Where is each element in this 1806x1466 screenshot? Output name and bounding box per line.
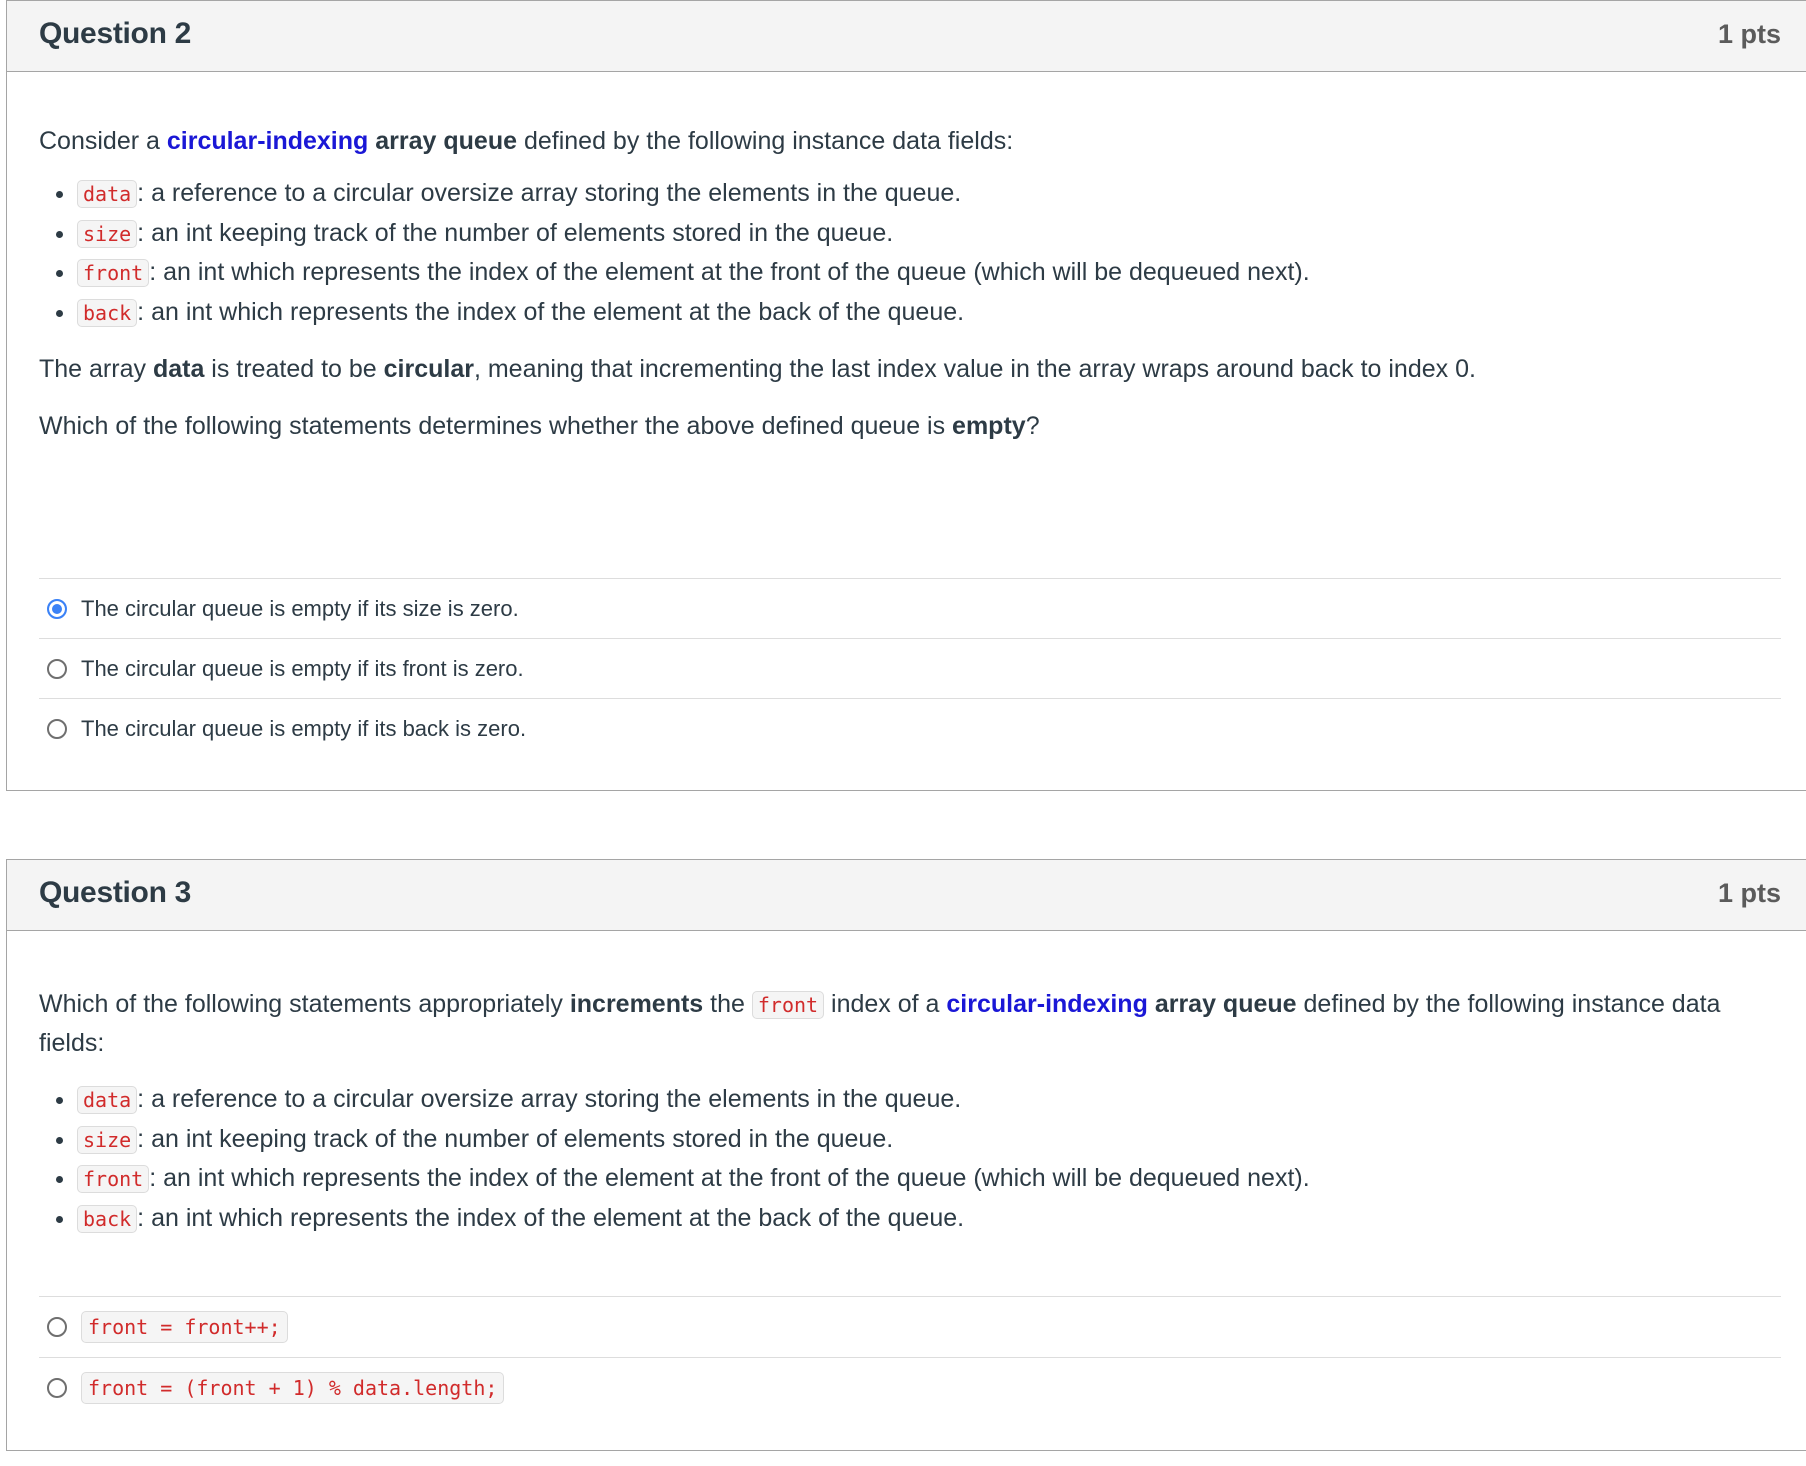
text: the [703,990,752,1018]
field-description: : a reference to a circular oversize arr… [137,179,962,207]
prompt-highlight: circular-indexing [946,990,1148,1018]
field-item: front: an int which represents the index… [77,253,1805,293]
text: , meaning that incrementing the last ind… [473,355,1476,383]
text: The array [39,355,153,383]
radio-icon[interactable] [47,1378,67,1398]
text: ? [1025,412,1040,440]
question-title: Question 2 [39,17,192,50]
intro-text: Consider a [39,127,167,155]
field-code: size [77,1125,138,1154]
field-description: : an int keeping track of the number of … [137,1124,894,1153]
text: is treated to be [204,355,384,383]
answer-option[interactable]: front = (front + 1) % data.length; [39,1357,1781,1418]
question-title: Question 3 [39,876,192,909]
field-description: : an int keeping track of the number of … [137,218,894,247]
answer-label[interactable]: The circular queue is empty if its size … [81,596,519,622]
bold-text: empty [952,412,1026,440]
answer-list: front = front++; front = (front + 1) % d… [39,1296,1781,1418]
text: index of a [824,990,947,1018]
answer-option[interactable]: The circular queue is empty if its back … [39,698,1781,758]
question-prompt: Which of the following statements determ… [39,407,1805,445]
field-code: back [77,1204,138,1233]
question-3-panel: Question 3 1 pts Which of the following … [6,859,1806,1451]
answer-option[interactable]: The circular queue is empty if its size … [39,578,1781,638]
radio-icon[interactable] [47,1317,67,1337]
field-item: data: a reference to a circular oversize… [77,174,1805,214]
field-list: data: a reference to a circular oversize… [39,1080,1781,1238]
field-description: : an int which represents the index of t… [137,297,965,326]
field-code: front [77,259,150,287]
question-2-panel: Question 2 1 pts Consider a circular-ind… [6,0,1806,791]
radio-icon[interactable] [47,658,67,679]
field-code: data [77,1086,138,1114]
bold-text: data [152,355,205,383]
bold-text: circular [383,355,474,383]
text: Which of the following statements approp… [39,990,570,1018]
answer-label[interactable]: The circular queue is empty if its back … [81,716,526,742]
field-item: data: a reference to a circular oversize… [77,1080,1781,1120]
field-item: back: an int which represents the index … [77,1199,1781,1239]
answer-list: The circular queue is empty if its size … [39,578,1781,758]
question-points: 1 pts [1717,19,1781,49]
radio-selected-icon[interactable] [47,598,67,619]
question-header: Question 3 1 pts [7,860,1806,931]
circular-explanation: The array data is treated to be circular… [39,350,1805,388]
question-intro: Consider a circular-indexing array queue… [39,122,1805,160]
answer-code[interactable]: front = (front + 1) % data.length; [81,1372,505,1404]
field-code: back [77,298,138,327]
answer-label[interactable]: The circular queue is empty if its front… [81,656,524,682]
field-code: front [77,1165,150,1193]
field-item: size: an int keeping track of the number… [77,214,1805,254]
field-description: : an int which represents the index of t… [149,258,1310,286]
bold-text: array queue [1154,990,1297,1018]
field-list: data: a reference to a circular oversize… [39,174,1805,332]
radio-icon[interactable] [47,718,67,739]
text: Which of the following statements determ… [39,412,953,440]
bold-text: increments [569,990,704,1018]
intro-bold: array queue [375,127,518,155]
intro-text-end: defined by the following instance data f… [517,127,1014,155]
question-points: 1 pts [1717,878,1781,908]
question-prompt: Which of the following statements approp… [39,985,1781,1062]
intro-highlight: circular-indexing [166,127,369,155]
answer-option[interactable]: The circular queue is empty if its front… [39,638,1781,698]
answer-option[interactable]: front = front++; [39,1296,1781,1357]
field-description: : a reference to a circular oversize arr… [137,1085,962,1113]
answer-code[interactable]: front = front++; [81,1311,288,1343]
field-code: size [77,219,138,248]
field-item: size: an int keeping track of the number… [77,1120,1781,1160]
field-description: : an int which represents the index of t… [137,1203,965,1232]
field-code: data [77,180,138,208]
question-body: Consider a circular-indexing array queue… [7,122,1806,445]
field-item: front: an int which represents the index… [77,1159,1781,1199]
field-item: back: an int which represents the index … [77,293,1805,333]
question-body: Which of the following statements approp… [7,985,1806,1238]
question-header: Question 2 1 pts [7,1,1806,72]
text [1148,990,1155,1018]
inline-code: front [751,991,825,1019]
field-description: : an int which represents the index of t… [149,1164,1310,1192]
